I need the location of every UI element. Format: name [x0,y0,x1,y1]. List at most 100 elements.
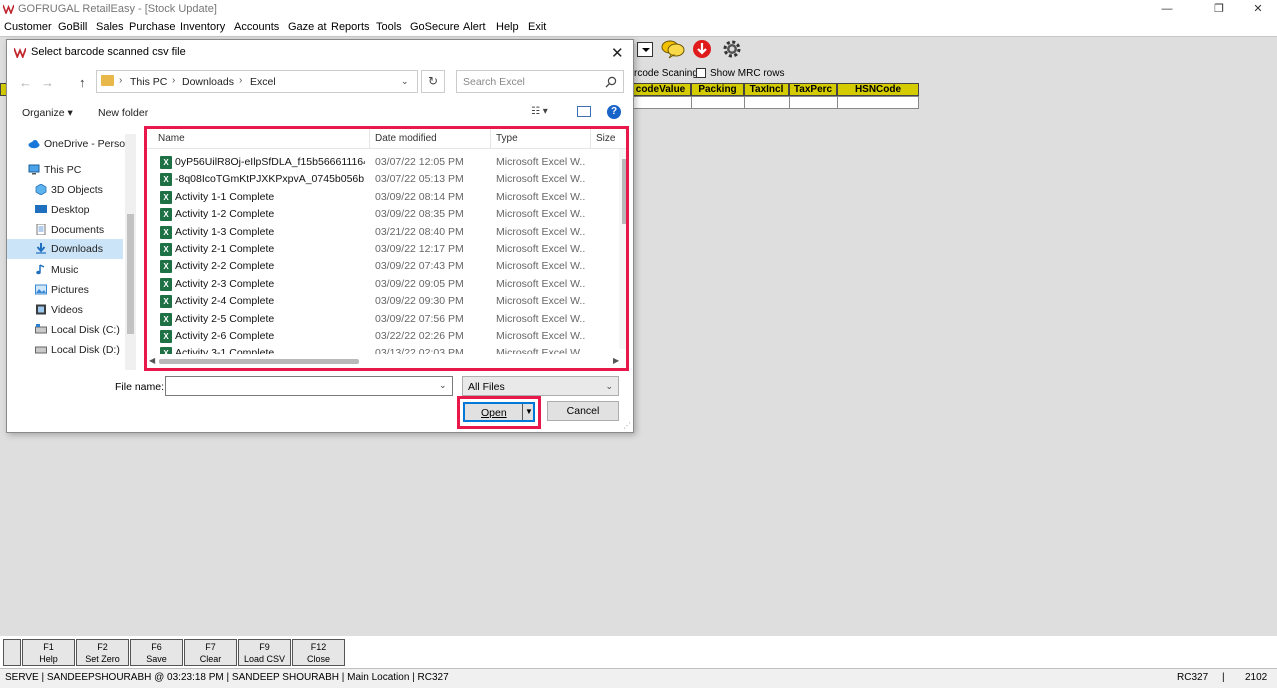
menu-alert[interactable]: Alert [463,21,486,33]
open-dropdown-icon[interactable]: ▼ [525,407,533,416]
show-mrc-checkbox[interactable] [696,68,706,78]
toolbar-dropdown[interactable] [637,42,653,57]
f1-help-button[interactable]: F1 Help [22,639,75,666]
column-size[interactable]: Size [596,133,615,144]
menu-customer[interactable]: Customer [4,21,52,33]
file-row[interactable]: X Activity 1-1 Complete 03/09/22 08:14 PM M… [147,189,617,206]
column-date-modified[interactable]: Date modified [375,133,437,144]
file-type-filter-select[interactable]: All Files ⌄ [462,376,619,396]
menu-inventory[interactable]: Inventory [180,21,225,33]
resize-grip-icon[interactable]: ⋰ [623,421,631,430]
column-divider[interactable] [490,129,491,149]
grid-col-taxperc[interactable]: TaxPerc [789,83,837,96]
file-row[interactable]: X Activity 2-2 Complete 03/09/22 07:43 PM M… [147,258,617,275]
f2-set-zero-button[interactable]: F2 Set Zero [76,639,129,666]
help-icon[interactable]: ? [607,105,621,119]
scroll-right-icon[interactable]: ▶ [613,356,619,365]
chevron-down-icon[interactable]: ⌄ [439,380,447,391]
hscroll-thumb[interactable] [159,359,359,364]
nav-item-local-disk-c[interactable]: Local Disk (C:) [7,320,123,340]
breadcrumb-excel[interactable]: Excel [250,76,276,88]
file-list-hscrollbar[interactable]: ◀ ▶ [147,354,626,368]
nav-item-this-pc[interactable]: This PC [7,160,123,180]
file-row[interactable]: X Activity 2-6 Complete 03/22/22 02:26 PM M… [147,328,617,345]
grid-cell[interactable] [745,97,790,108]
breadcrumb-this-pc[interactable]: This PC [130,76,167,88]
forward-icon[interactable]: → [41,75,54,90]
cancel-button[interactable]: Cancel [547,401,619,421]
file-list-vscrollbar[interactable] [619,149,626,349]
grid-col-hsncode[interactable]: HSNCode [837,83,919,96]
file-row[interactable]: X 0yP56UilR8Oj-eIlpSfDLA_f15b566611164b..… [147,154,617,171]
grid-col-packing[interactable]: Packing [691,83,744,96]
status-bar: SERVE | SANDEEPSHOURABH @ 03:23:18 PM | … [0,668,1277,688]
refresh-button[interactable]: ↻ [421,70,445,93]
file-name-input[interactable] [165,376,453,396]
grid-col-taxincl[interactable]: TaxIncl [744,83,789,96]
search-input[interactable]: Search Excel [456,70,624,93]
grid-cell[interactable] [790,97,838,108]
nav-item-documents[interactable]: Documents [7,220,123,240]
nav-item-downloads[interactable]: Downloads [7,239,123,259]
address-bar[interactable]: › This PC › Downloads › Excel ⌄ [96,70,418,93]
grid-row[interactable] [630,96,919,109]
nav-scroll-thumb[interactable] [127,214,134,334]
grid-cell[interactable] [692,97,745,108]
grid-col-codevalue[interactable]: codeValue [630,83,691,96]
nav-item-local-disk-d[interactable]: Local Disk (D:) [7,340,123,360]
file-row[interactable]: X Activity 1-3 Complete 03/21/22 08:40 PM M… [147,224,617,241]
menu-gosecure[interactable]: GoSecure [410,21,460,33]
column-divider[interactable] [590,129,591,149]
nav-item-onedrive[interactable]: OneDrive - Persor [7,134,129,154]
open-button[interactable]: Open ▼ [463,402,535,422]
nav-item-3d-objects[interactable]: 3D Objects [7,180,123,200]
nav-item-desktop[interactable]: Desktop [7,200,123,220]
file-list[interactable]: Name Date modified Type Size X 0yP56UilR8… [144,126,629,371]
view-options-icon[interactable]: ☷ ▾ [531,106,548,117]
close-app-button[interactable]: ✕ [1236,1,1277,18]
column-divider[interactable] [369,129,370,149]
preview-pane-icon[interactable] [577,106,591,117]
download-red-icon[interactable] [692,39,712,59]
up-icon[interactable]: ↑ [79,75,86,90]
nav-scrollbar[interactable] [125,134,136,370]
menu-tools[interactable]: Tools [376,21,402,33]
menu-sales[interactable]: Sales [96,21,124,33]
menu-gaze-at[interactable]: Gaze at [288,21,327,33]
f12-close-button[interactable]: F12 Close [292,639,345,666]
f9-load-csv-button[interactable]: F9 Load CSV [238,639,291,666]
vscroll-thumb[interactable] [622,159,626,224]
file-row[interactable]: X Activity 2-5 Complete 03/09/22 07:56 PM M… [147,311,617,328]
menu-gobill[interactable]: GoBill [58,21,87,33]
column-name[interactable]: Name [158,133,185,144]
maximize-button[interactable]: ❐ [1197,1,1241,18]
menu-reports[interactable]: Reports [331,21,370,33]
nav-item-pictures[interactable]: Pictures [7,280,123,300]
file-row[interactable]: X Activity 1-2 Complete 03/09/22 08:35 PM M… [147,206,617,223]
file-row[interactable]: X Activity 2-4 Complete 03/09/22 09:30 PM M… [147,293,617,310]
menu-accounts[interactable]: Accounts [234,21,279,33]
new-folder-button[interactable]: New folder [98,107,148,119]
file-row[interactable]: X Activity 2-1 Complete 03/09/22 12:17 PM M… [147,241,617,258]
menu-purchase[interactable]: Purchase [129,21,175,33]
nav-item-videos[interactable]: Videos [7,300,123,320]
f7-clear-button[interactable]: F7 Clear [184,639,237,666]
breadcrumb-downloads[interactable]: Downloads [182,76,234,88]
gear-icon[interactable] [721,38,743,60]
chevron-down-icon[interactable]: ⌄ [401,76,409,87]
grid-cell[interactable] [838,97,918,108]
grid-cell[interactable] [631,97,692,108]
f6-save-button[interactable]: F6 Save [130,639,183,666]
dialog-close-icon[interactable]: ✕ [611,44,625,62]
minimize-button[interactable]: — [1145,1,1189,18]
file-row[interactable]: X Activity 2-3 Complete 03/09/22 09:05 PM M… [147,276,617,293]
menu-exit[interactable]: Exit [528,21,546,33]
menu-help[interactable]: Help [496,21,519,33]
chat-icon[interactable] [661,39,685,59]
file-row[interactable]: X-8q08IcoTGmKtPJXKPxpvA_0745b056b1cf... 0… [147,171,617,188]
back-icon[interactable]: ← [19,75,32,90]
nav-item-music[interactable]: Music [7,260,123,280]
scroll-left-icon[interactable]: ◀ [149,356,155,365]
column-type[interactable]: Type [496,133,518,144]
organize-menu[interactable]: Organize ▾ [22,107,73,119]
